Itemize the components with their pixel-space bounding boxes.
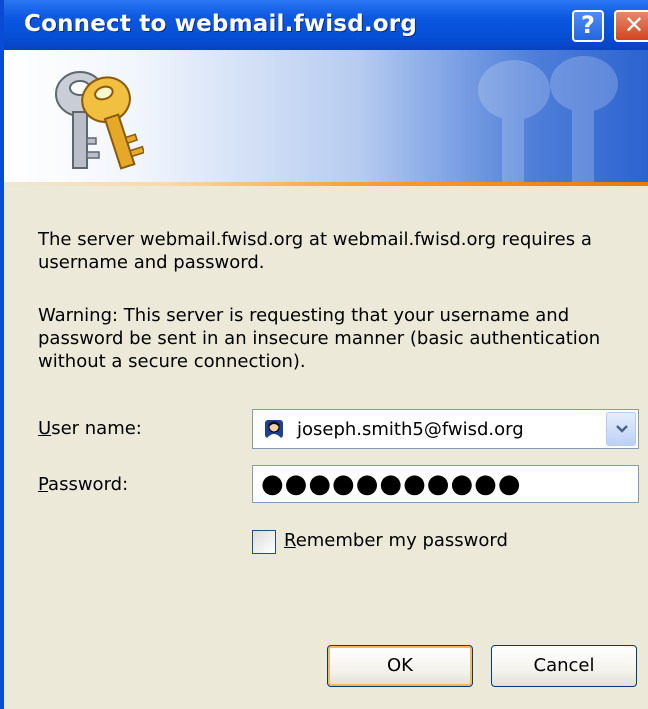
- user-icon: [265, 420, 283, 438]
- username-dropdown-button[interactable]: [606, 412, 636, 446]
- ok-button[interactable]: OK: [327, 645, 473, 687]
- remember-label-text: emember my password: [295, 530, 508, 551]
- password-label-text: assword:: [48, 474, 129, 495]
- close-button[interactable]: ✕: [614, 10, 648, 42]
- password-value: ●●●●●●●●●●●: [261, 469, 522, 499]
- remember-label-accelerator: R: [284, 530, 296, 551]
- username-label-accelerator: U: [38, 418, 52, 439]
- watermark-keys-icon: [478, 56, 618, 182]
- window-title: Connect to webmail.fwisd.org: [24, 11, 418, 37]
- cancel-button[interactable]: Cancel: [491, 645, 637, 687]
- title-bar[interactable]: Connect to webmail.fwisd.org ? ✕: [4, 0, 648, 50]
- username-label-text: ser name:: [51, 418, 142, 439]
- password-label-accelerator: P: [38, 474, 49, 495]
- help-button[interactable]: ?: [572, 10, 604, 42]
- dialog-window: Connect to webmail.fwisd.org ? ✕ The ser…: [0, 0, 648, 709]
- server-message: The server webmail.fwisd.org at webmail.…: [38, 229, 592, 273]
- username-label: User name:: [38, 418, 142, 439]
- password-field[interactable]: ●●●●●●●●●●●: [252, 465, 639, 503]
- remember-password-label[interactable]: Remember my password: [284, 530, 508, 551]
- username-combobox[interactable]: joseph.smith5@fwisd.org: [252, 409, 639, 449]
- checkbox-box[interactable]: [252, 530, 276, 554]
- warning-message: Warning: This server is requesting that …: [38, 305, 601, 372]
- banner-divider: [4, 182, 648, 186]
- password-label: Password:: [38, 474, 128, 495]
- keys-icon: [55, 71, 144, 170]
- chevron-down-icon: [616, 425, 628, 433]
- username-value: joseph.smith5@fwisd.org: [297, 419, 524, 440]
